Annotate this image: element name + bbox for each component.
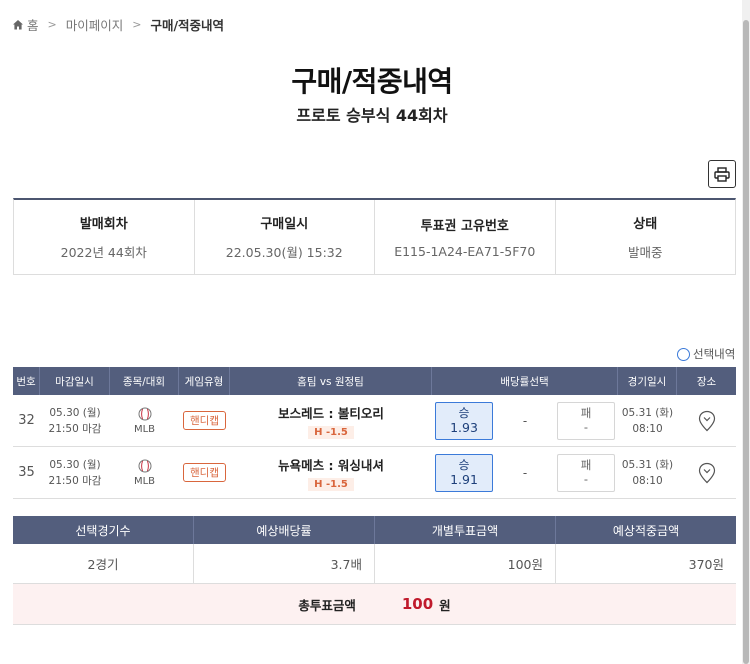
odds-value: -: [583, 472, 589, 486]
game-type-badge: 핸디캡: [183, 411, 226, 430]
location-pin-icon[interactable]: [698, 462, 716, 484]
expected-win-amount: 370원: [688, 557, 724, 572]
breadcrumb: 홈 > 마이페이지 > 구매/적중내역: [12, 15, 224, 34]
summary-header: 선택경기수 예상배당률 개별투표금액 예상적중금액: [13, 516, 736, 544]
league-name: MLB: [133, 423, 156, 435]
info-value: 22.05.30(월) 15:32: [225, 245, 343, 260]
game-time: 08:10: [632, 422, 663, 435]
column-header: 종목/대회: [110, 367, 179, 395]
deadline-time: 21:50 마감: [48, 474, 102, 487]
selected-games-count: 2경기: [13, 544, 194, 583]
info-status: 상태 발매중: [556, 200, 736, 274]
chevron-right-icon: >: [47, 18, 57, 31]
game-number: 35: [18, 465, 35, 480]
game-time: 08:10: [632, 474, 663, 487]
column-header: 예상적중금액: [612, 523, 680, 538]
odds-value: 1.91: [450, 472, 478, 487]
column-header: 예상배당률: [194, 516, 375, 544]
print-button[interactable]: [708, 160, 736, 188]
purchase-info-table: 발매회차 2022년 44회차 구매일시 22.05.30(월) 15:32 투…: [13, 198, 736, 275]
breadcrumb-current: 구매/적중내역: [150, 18, 225, 33]
win-odds-button[interactable]: 승 1.93: [435, 401, 493, 440]
info-value: E115-1A24-EA71-5F70: [394, 244, 536, 259]
odds-label: 승: [458, 458, 470, 472]
printer-icon: [714, 166, 730, 182]
individual-bet-amount: 100원: [375, 544, 556, 583]
expected-odds: 3.7배: [194, 544, 375, 583]
game-type-badge: 핸디캡: [183, 463, 226, 482]
summary-table: 선택경기수 예상배당률 개별투표금액 예상적중금액 2경기 3.7배 100원 …: [13, 516, 736, 625]
draw-odds: -: [522, 465, 528, 480]
radio-circle-icon[interactable]: [677, 347, 690, 361]
odds-label: 패: [580, 458, 592, 472]
handicap-value: H -1.5: [308, 425, 354, 439]
info-header: 상태: [633, 217, 658, 232]
total-bet-amount: 100: [401, 595, 434, 613]
column-header: 장소: [696, 375, 717, 388]
total-bet-label: 총투표금액: [298, 597, 356, 613]
info-value: 2022년 44회차: [60, 245, 147, 260]
draw-odds: -: [522, 413, 528, 428]
column-header: 개별투표금액: [375, 516, 556, 544]
location-pin-icon[interactable]: [698, 410, 716, 432]
game-date: 05.31 (화): [621, 458, 674, 471]
column-header: 번호: [13, 367, 40, 395]
baseball-icon: [138, 459, 151, 472]
odds-selection: 승 1.91 - 패 -: [432, 447, 618, 498]
info-header: 발매회차: [79, 217, 128, 232]
loss-odds-button[interactable]: 패 -: [557, 401, 615, 440]
handicap-value: H -1.5: [308, 477, 354, 491]
deadline-time: 21:50 마감: [48, 422, 102, 435]
game-table: 번호 마감일시 종목/대회 게임유형 홈팀 vs 원정팀 배당률선택 경기일시 …: [13, 367, 736, 499]
total-bet-unit: 원: [439, 597, 451, 613]
selected-items-label: 선택내역: [693, 347, 736, 361]
game-table-header: 번호 마감일시 종목/대회 게임유형 홈팀 vs 원정팀 배당률선택 경기일시 …: [13, 367, 736, 395]
selected-items-toggle[interactable]: 선택내역: [677, 346, 735, 362]
column-header: 게임유형: [179, 367, 230, 395]
column-header: 경기일시: [618, 367, 677, 395]
deadline-date: 05.30 (월): [49, 406, 101, 419]
odds-value: 1.93: [450, 420, 478, 435]
deadline-date: 05.30 (월): [49, 458, 101, 471]
page-subtitle: 프로토 승부식 44회차: [296, 106, 448, 125]
column-header: 배당률선택: [432, 367, 618, 395]
breadcrumb-mypage-link[interactable]: 마이페이지: [66, 15, 124, 34]
total-bet-row: 총투표금액 100 원: [13, 584, 736, 625]
loss-odds-button[interactable]: 패 -: [557, 453, 615, 492]
breadcrumb-home-link[interactable]: 홈: [27, 15, 39, 34]
odds-label: 패: [580, 406, 592, 420]
table-row: 35 05.30 (월) 21:50 마감 MLB 핸디캡 뉴욕메츠 : 워싱내…: [13, 447, 736, 499]
win-odds-button[interactable]: 승 1.91: [435, 453, 493, 492]
info-ticket-id: 투표권 고유번호 E115-1A24-EA71-5F70: [375, 200, 556, 274]
info-header: 구매일시: [260, 217, 309, 232]
odds-label: 승: [458, 406, 470, 420]
home-icon[interactable]: [12, 19, 24, 31]
info-header: 투표권 고유번호: [420, 219, 509, 234]
table-row: 32 05.30 (월) 21:50 마감 MLB 핸디캡 보스레드 : 볼티오…: [13, 395, 736, 447]
column-header: 선택경기수: [13, 516, 194, 544]
info-value: 발매중: [627, 245, 663, 260]
match-teams: 뉴욕메츠 : 워싱내셔: [278, 457, 384, 473]
odds-selection: 승 1.93 - 패 -: [432, 395, 618, 446]
page-title: 구매/적중내역: [291, 65, 453, 98]
column-header: 홈팀 vs 원정팀: [230, 367, 432, 395]
league-name: MLB: [133, 475, 156, 487]
column-header: 마감일시: [40, 367, 110, 395]
info-purchase-date: 구매일시 22.05.30(월) 15:32: [195, 200, 375, 274]
game-date: 05.31 (화): [621, 406, 674, 419]
match-teams: 보스레드 : 볼티오리: [278, 405, 384, 421]
baseball-icon: [138, 407, 151, 420]
info-round: 발매회차 2022년 44회차: [14, 200, 195, 274]
game-number: 32: [18, 413, 35, 428]
odds-value: -: [583, 420, 589, 434]
summary-values: 2경기 3.7배 100원 370원: [13, 544, 736, 584]
chevron-right-icon: >: [132, 18, 142, 31]
